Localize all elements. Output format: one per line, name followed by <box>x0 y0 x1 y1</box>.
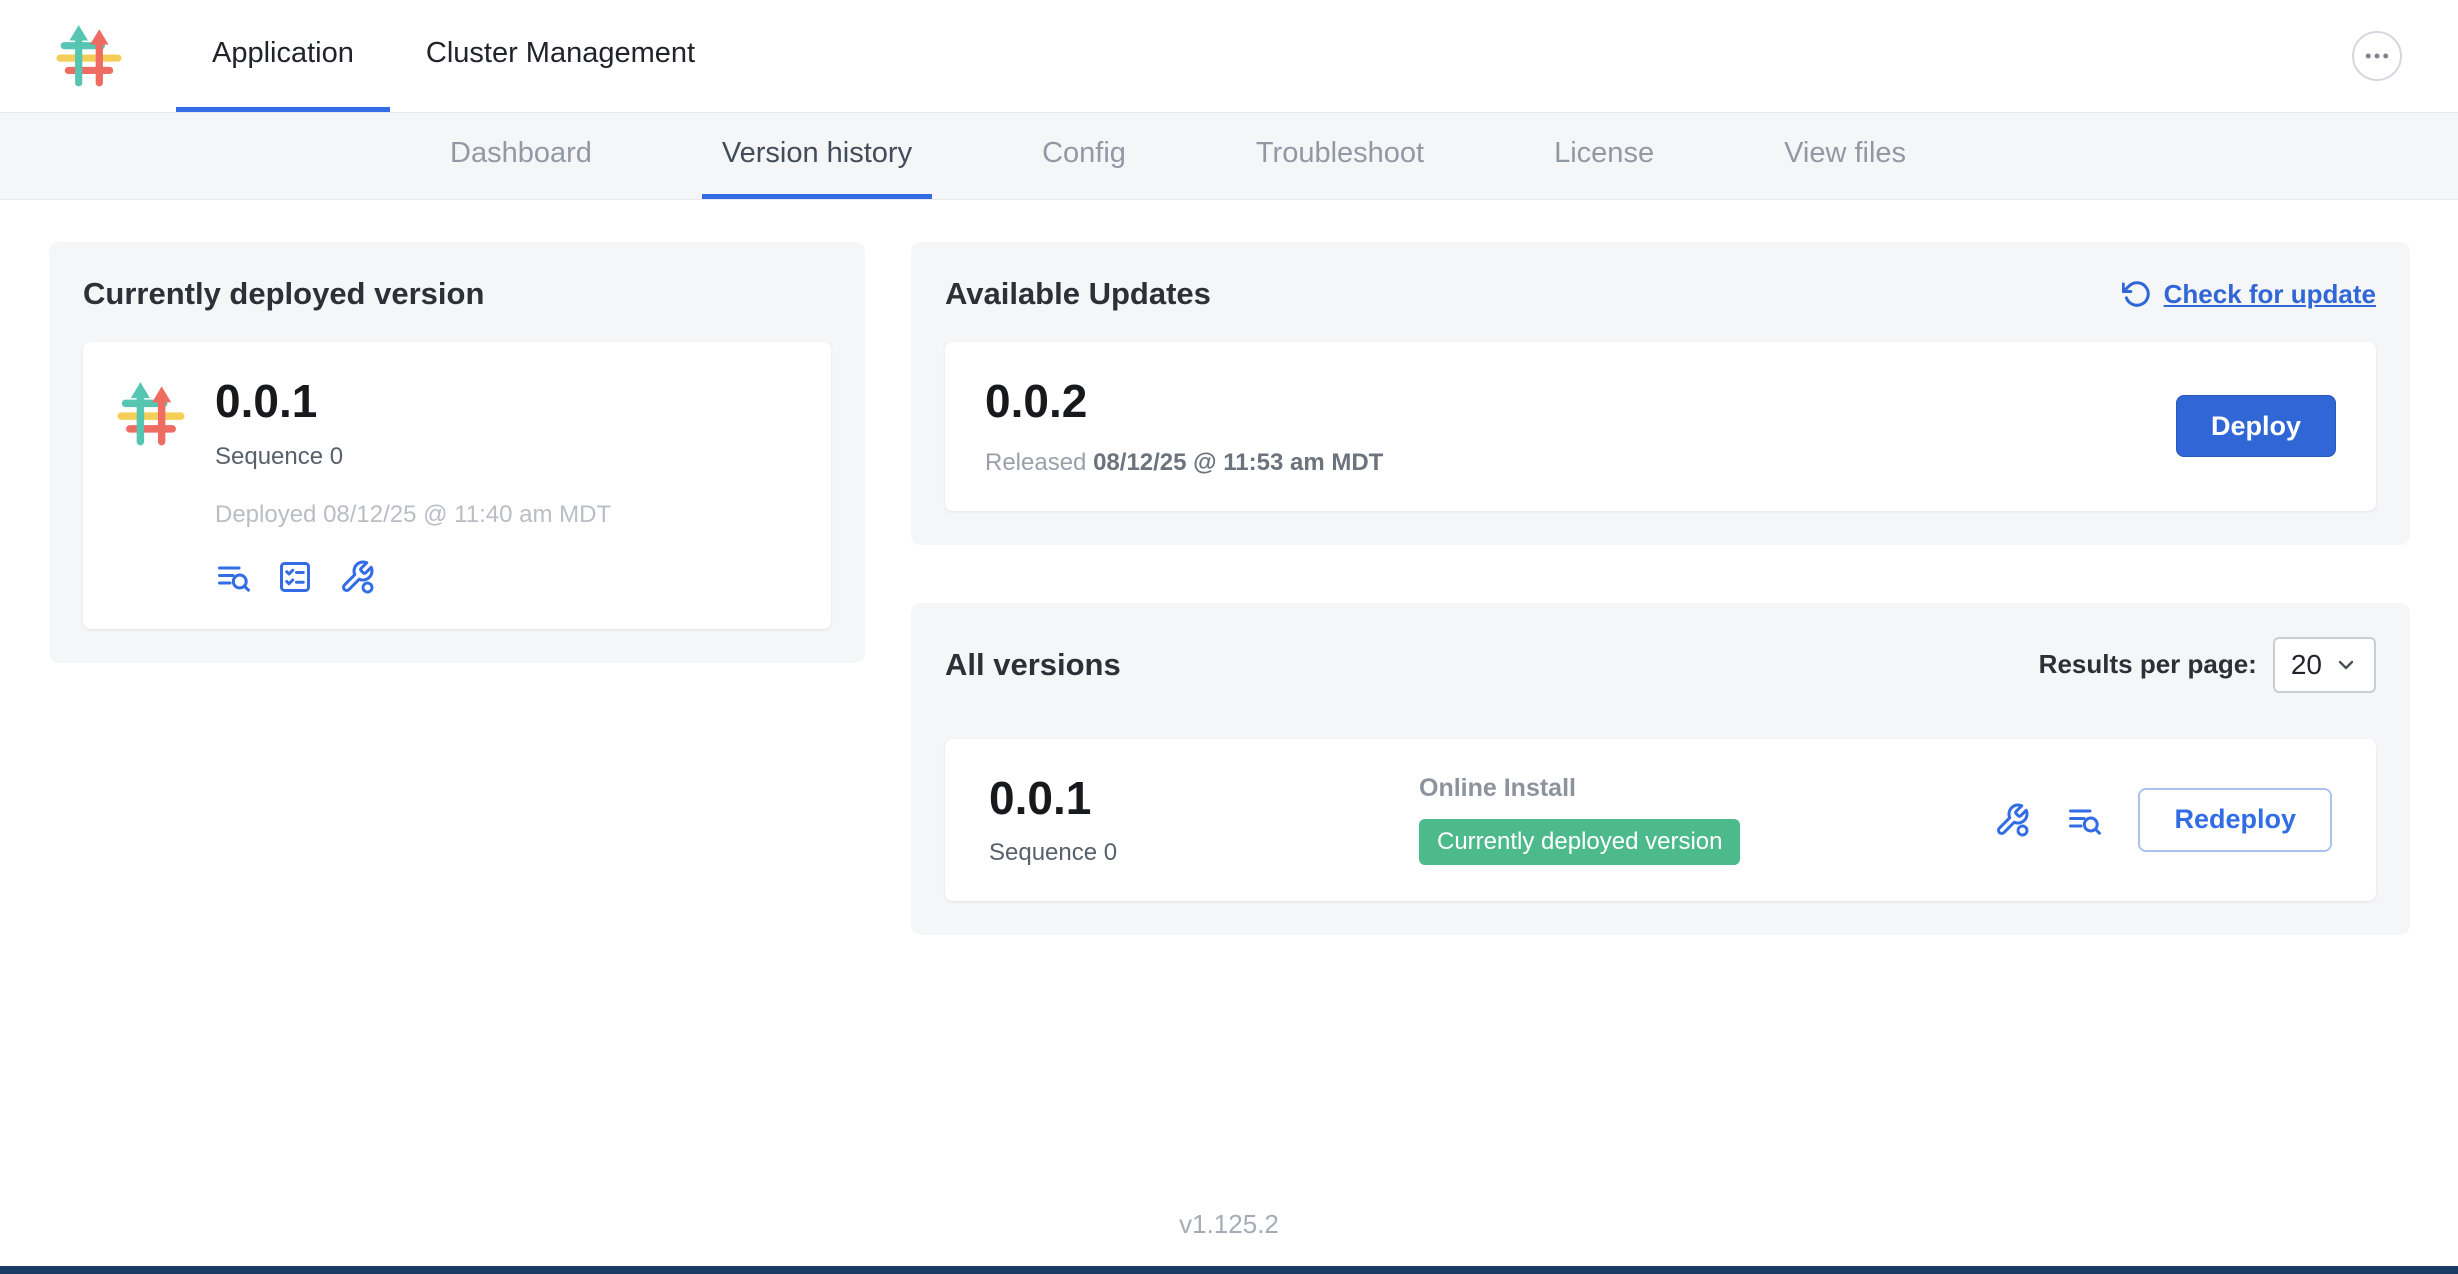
page: Application Cluster Management Dashboard… <box>0 0 2458 1274</box>
deployed-version-details: 0.0.1 Sequence 0 Deployed 08/12/25 @ 11:… <box>215 376 611 595</box>
tab-license[interactable]: License <box>1534 113 1674 199</box>
deployed-timestamp: Deployed 08/12/25 @ 11:40 am MDT <box>215 501 611 529</box>
tab-config[interactable]: Config <box>1022 113 1146 199</box>
more-options-button[interactable] <box>2352 31 2402 81</box>
logs-icon[interactable] <box>215 559 251 595</box>
preflight-checks-icon[interactable] <box>277 559 313 595</box>
available-updates-card: Available Updates Check for update 0.0.2… <box>911 242 2410 545</box>
tab-version-history-label: Version history <box>722 137 912 170</box>
check-for-update-link[interactable]: Check for update <box>2122 279 2376 310</box>
update-details: 0.0.2 Released 08/12/25 @ 11:53 am MDT <box>985 376 1383 477</box>
deployed-version-panel: 0.0.1 Sequence 0 Deployed 08/12/25 @ 11:… <box>83 342 831 629</box>
results-per-page-value: 20 <box>2291 649 2322 681</box>
tab-dashboard[interactable]: Dashboard <box>430 113 612 199</box>
version-row-status: Online Install Currently deployed versio… <box>1419 774 1994 865</box>
config-wrench-icon[interactable] <box>339 559 375 595</box>
app-subnav: Dashboard Version history Config Trouble… <box>0 113 2458 200</box>
deployed-status-badge: Currently deployed version <box>1419 819 1740 865</box>
logs-icon[interactable] <box>2066 802 2102 838</box>
row-sequence: Sequence 0 <box>989 839 1419 867</box>
version-row: 0.0.1 Sequence 0 Online Install Currentl… <box>945 739 2376 902</box>
top-header: Application Cluster Management <box>0 0 2458 113</box>
row-version-number: 0.0.1 <box>989 773 1419 824</box>
results-per-page-group: Results per page: 20 <box>2039 637 2376 693</box>
app-logo-icon <box>56 23 122 89</box>
tab-config-label: Config <box>1042 137 1126 170</box>
tab-application[interactable]: Application <box>176 0 390 112</box>
console-version: v1.125.2 <box>0 1175 2458 1266</box>
chevron-down-icon <box>2334 653 2358 677</box>
currently-deployed-card: Currently deployed version 0.0.1 <box>49 242 865 663</box>
tab-version-history[interactable]: Version history <box>702 113 932 199</box>
config-wrench-icon[interactable] <box>1994 802 2030 838</box>
tab-troubleshoot-label: Troubleshoot <box>1256 137 1424 170</box>
refresh-icon <box>2122 279 2152 309</box>
all-versions-card: All versions Results per page: 20 0.0. <box>911 603 2410 936</box>
version-row-details: 0.0.1 Sequence 0 <box>989 773 1419 868</box>
released-prefix: Released <box>985 449 1093 476</box>
deploy-button[interactable]: Deploy <box>2176 395 2336 457</box>
redeploy-button[interactable]: Redeploy <box>2138 788 2332 852</box>
deployed-version-number: 0.0.1 <box>215 376 611 427</box>
available-updates-title: Available Updates <box>945 276 1211 312</box>
version-row-actions: Redeploy <box>1994 788 2332 852</box>
tab-troubleshoot[interactable]: Troubleshoot <box>1236 113 1444 199</box>
deployed-sequence: Sequence 0 <box>215 443 611 471</box>
all-versions-header: All versions Results per page: 20 <box>945 637 2376 693</box>
deployed-card-title: Currently deployed version <box>83 276 831 312</box>
tab-view-files-label: View files <box>1784 137 1906 170</box>
results-per-page-label: Results per page: <box>2039 649 2257 680</box>
update-row: 0.0.2 Released 08/12/25 @ 11:53 am MDT D… <box>945 342 2376 511</box>
tab-cluster-management[interactable]: Cluster Management <box>390 0 731 112</box>
tab-application-label: Application <box>212 37 354 70</box>
tab-dashboard-label: Dashboard <box>450 137 592 170</box>
tab-cluster-management-label: Cluster Management <box>426 37 695 70</box>
install-type-label: Online Install <box>1419 774 1994 803</box>
all-versions-title: All versions <box>945 647 1121 683</box>
tab-view-files[interactable]: View files <box>1764 113 1926 199</box>
deployed-actions <box>215 559 611 595</box>
update-released-line: Released 08/12/25 @ 11:53 am MDT <box>985 449 1383 477</box>
ellipsis-icon <box>2362 41 2392 71</box>
check-for-update-label: Check for update <box>2164 279 2376 310</box>
released-date: 08/12/25 @ 11:53 am MDT <box>1093 449 1383 476</box>
results-per-page-select[interactable]: 20 <box>2273 637 2376 693</box>
available-updates-header: Available Updates Check for update <box>945 276 2376 312</box>
footer-bar <box>0 1266 2458 1274</box>
header-spacer <box>731 0 2352 112</box>
update-version-number: 0.0.2 <box>985 376 1383 427</box>
tab-license-label: License <box>1554 137 1654 170</box>
app-logo-icon <box>117 380 185 448</box>
main-content: Currently deployed version 0.0.1 <box>0 200 2458 1175</box>
right-column: Available Updates Check for update 0.0.2… <box>911 242 2410 935</box>
